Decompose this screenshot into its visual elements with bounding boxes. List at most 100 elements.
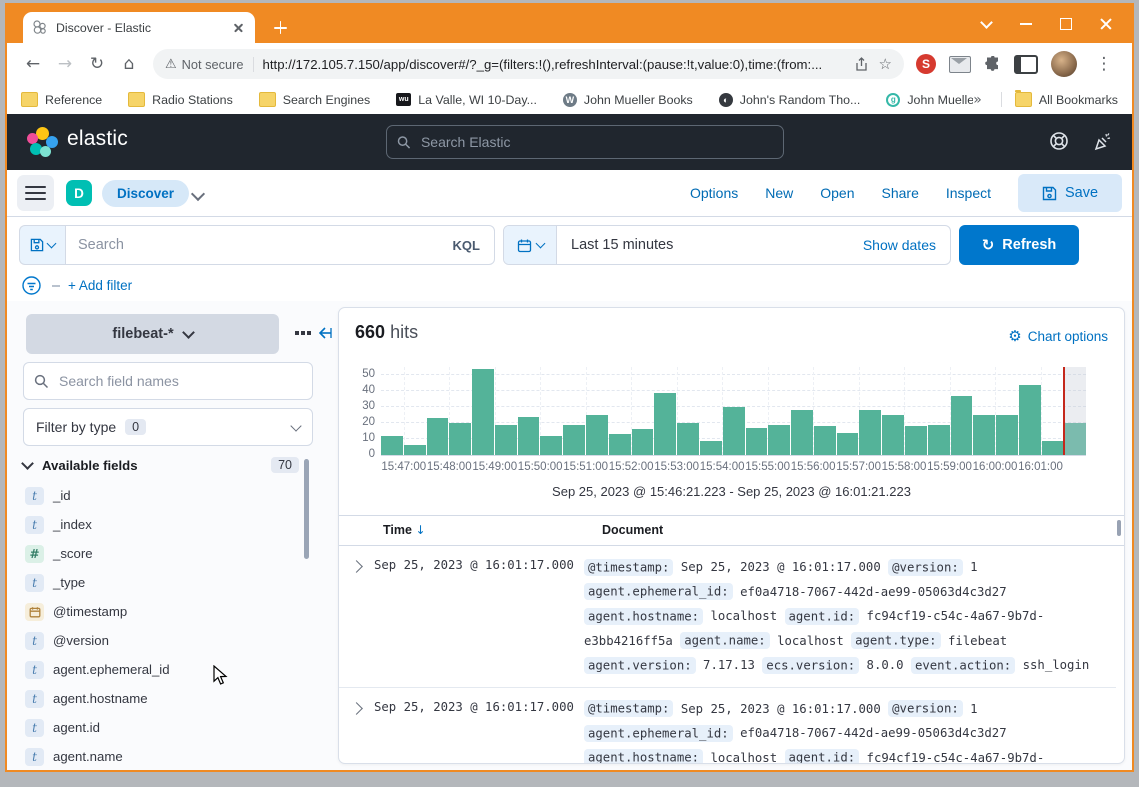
histogram-bar[interactable] <box>700 441 722 455</box>
filter-by-type-select[interactable]: Filter by type 0 <box>23 408 313 446</box>
global-search-box[interactable] <box>386 125 784 159</box>
histogram-bar[interactable] <box>677 423 699 455</box>
add-filter-button[interactable]: + Add filter <box>68 278 132 293</box>
saved-query-menu-button[interactable] <box>19 225 65 265</box>
field-name-chip[interactable]: agent.ephemeral_id: <box>584 725 733 742</box>
new-tab-button[interactable] <box>269 16 293 40</box>
time-range-value[interactable]: Last 15 minutes <box>557 226 863 264</box>
field-item-timestamp[interactable]: @timestamp <box>25 597 295 626</box>
field-item-index[interactable]: t_index <box>25 510 295 539</box>
field-search-box[interactable] <box>23 362 313 400</box>
refresh-button[interactable]: ↻ Refresh <box>959 225 1079 265</box>
histogram-bar[interactable] <box>973 415 995 455</box>
time-column-header[interactable]: Time ↓ <box>383 523 426 537</box>
query-language-button[interactable]: KQL <box>439 238 494 253</box>
window-menu-chevron-icon[interactable] <box>966 5 1006 43</box>
window-maximize-icon[interactable] <box>1046 5 1086 43</box>
field-name-chip[interactable]: agent.hostname: <box>584 749 703 763</box>
histogram-bar[interactable] <box>1019 385 1041 455</box>
sort-descending-icon[interactable]: ↓ <box>415 523 425 537</box>
histogram-bar[interactable] <box>928 425 950 455</box>
histogram-bar[interactable] <box>723 407 745 455</box>
global-search-input[interactable] <box>419 133 773 151</box>
field-item-agentephemeralid[interactable]: tagent.ephemeral_id <box>25 655 295 684</box>
field-name-chip[interactable]: @version: <box>888 700 963 717</box>
toolbar-link-share[interactable]: Share <box>882 185 919 201</box>
histogram-bar[interactable] <box>859 410 881 455</box>
extension-s-icon[interactable]: S <box>916 54 936 74</box>
address-bar[interactable]: ⚠ Not secure http://172.105.7.150/app/di… <box>153 49 904 79</box>
field-item-score[interactable]: #_score <box>25 539 295 568</box>
histogram-bar[interactable] <box>882 415 904 455</box>
histogram-bar[interactable] <box>654 393 676 455</box>
available-fields-header[interactable]: Available fields 70 <box>23 457 299 473</box>
extensions-puzzle-icon[interactable] <box>984 56 1001 73</box>
histogram-bar[interactable] <box>905 426 927 455</box>
histogram-bar[interactable] <box>404 445 426 455</box>
bookmarks-overflow-icon[interactable]: » <box>973 92 982 108</box>
all-bookmarks-button[interactable]: All Bookmarks <box>1015 92 1118 107</box>
field-item-agentid[interactable]: tagent.id <box>25 713 295 742</box>
help-icon[interactable] <box>1048 130 1070 152</box>
histogram-bar[interactable] <box>814 426 836 455</box>
breadcrumb-chevron-icon[interactable] <box>191 187 205 201</box>
histogram-bar[interactable] <box>586 415 608 455</box>
histogram-bar[interactable] <box>609 434 631 455</box>
bookmark-la-valle-wi-10-day[interactable]: wuLa Valle, WI 10-Day... <box>396 93 537 107</box>
reload-icon[interactable]: ↻ <box>83 50 111 78</box>
histogram-bar[interactable] <box>1042 441 1064 455</box>
sidebar-options-icon[interactable] <box>295 331 311 335</box>
bookmark-john-mueller-books[interactable]: gJohn Mueller Books... <box>886 93 973 107</box>
histogram-bar[interactable] <box>746 428 768 455</box>
field-name-chip[interactable]: agent.hostname: <box>584 608 703 625</box>
histogram-bar[interactable] <box>472 369 494 455</box>
forward-icon[interactable]: → <box>51 50 79 78</box>
expand-row-icon[interactable] <box>350 702 363 715</box>
show-dates-button[interactable]: Show dates <box>863 226 950 264</box>
histogram-bar[interactable] <box>518 417 540 455</box>
histogram-bar[interactable] <box>540 436 562 455</box>
tab-close-icon[interactable] <box>231 20 247 36</box>
histogram-bar[interactable] <box>996 415 1018 455</box>
toolbar-link-options[interactable]: Options <box>690 185 738 201</box>
histogram-bar[interactable] <box>495 425 517 455</box>
field-name-chip[interactable]: event.action: <box>911 657 1015 674</box>
histogram-bar[interactable] <box>791 410 813 455</box>
field-item-agenthostname[interactable]: tagent.hostname <box>25 684 295 713</box>
save-button[interactable]: Save <box>1018 174 1122 212</box>
histogram-bar[interactable] <box>837 433 859 455</box>
field-name-chip[interactable]: agent.id: <box>785 608 860 625</box>
query-search-input[interactable] <box>66 237 439 253</box>
field-item-version[interactable]: t@version <box>25 626 295 655</box>
field-name-chip[interactable]: agent.ephemeral_id: <box>584 583 733 600</box>
histogram-chart[interactable] <box>381 367 1086 456</box>
histogram-bar[interactable] <box>951 396 973 455</box>
bookmark-search-engines[interactable]: Search Engines <box>259 92 370 107</box>
not-secure-warning-icon[interactable]: ⚠ <box>165 57 177 72</box>
histogram-bar[interactable] <box>381 436 403 455</box>
field-search-input[interactable] <box>57 372 302 390</box>
breadcrumb-discover[interactable]: Discover <box>102 180 189 207</box>
bookmark-reference[interactable]: Reference <box>21 92 102 107</box>
sidebar-scrollbar[interactable] <box>304 459 309 559</box>
home-icon[interactable]: ⌂ <box>115 50 143 78</box>
field-name-chip[interactable]: @version: <box>888 559 963 576</box>
histogram-bar[interactable] <box>632 429 654 455</box>
bookmark-radio-stations[interactable]: Radio Stations <box>128 92 233 107</box>
field-name-chip[interactable]: ecs.version: <box>762 657 859 674</box>
profile-avatar[interactable] <box>1051 51 1077 77</box>
browser-tab[interactable]: Discover - Elastic <box>23 12 255 43</box>
space-avatar[interactable]: D <box>66 180 92 206</box>
mail-extension-icon[interactable] <box>949 56 971 73</box>
field-name-chip[interactable]: agent.version: <box>584 657 696 674</box>
window-close-icon[interactable] <box>1086 5 1126 43</box>
field-name-chip[interactable]: agent.type: <box>851 632 940 649</box>
query-input-box[interactable]: KQL <box>65 225 495 265</box>
table-scrollbar[interactable] <box>1117 520 1121 536</box>
toolbar-link-open[interactable]: Open <box>820 185 854 201</box>
histogram-bar[interactable] <box>563 425 585 455</box>
toolbar-link-inspect[interactable]: Inspect <box>946 185 991 201</box>
bookmark-john-s-random-tho[interactable]: ◐John's Random Tho... <box>719 93 861 107</box>
browser-menu-kebab-icon[interactable]: ⋮ <box>1090 50 1118 78</box>
field-item-id[interactable]: t_id <box>25 481 295 510</box>
